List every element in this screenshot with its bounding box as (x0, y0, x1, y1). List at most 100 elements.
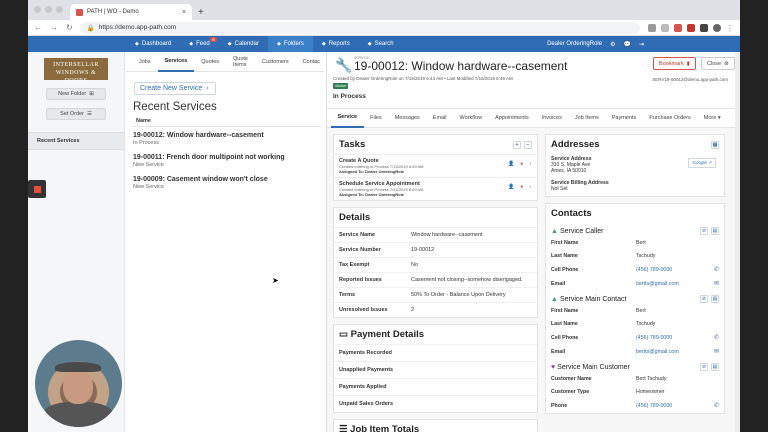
logout-icon[interactable]: ⇥ (639, 41, 644, 48)
set-order-button[interactable]: Set Order ☰ (46, 108, 106, 120)
nav-search[interactable]: ◆ Search (359, 36, 403, 52)
unlink-icon[interactable]: ⊘ (700, 227, 708, 235)
window-controls[interactable] (34, 6, 63, 13)
tab-service[interactable]: Service (331, 109, 364, 128)
presenter-hat (55, 362, 101, 372)
edit-icon[interactable]: ▤ (711, 227, 719, 235)
task-item[interactable]: Create A Quote Created entering In Proces… (334, 154, 537, 177)
nav-reports[interactable]: ◆ Reports (313, 36, 359, 52)
job-item-totals-panel: ☰ Job Item Totals (333, 419, 538, 432)
service-item-title[interactable]: 19-00012: Window hardware--casement (133, 132, 321, 139)
address-bar-row: ← → ↻ 🔒 https://demo.app-path.com ⋮ (28, 20, 740, 36)
bookmark-button[interactable]: Bookmark ▮ (653, 57, 696, 70)
address-line-2: Ames, IA 50010 (551, 168, 587, 174)
minus-icon[interactable]: − (524, 140, 532, 149)
tab-services[interactable]: Services (157, 52, 195, 72)
tab-files[interactable]: Files (364, 109, 389, 128)
extension-icon[interactable] (700, 23, 708, 32)
service-item-title[interactable]: 19-00011: French door multipoint not wor… (133, 154, 321, 161)
recent-services-section[interactable]: Recent Services (28, 132, 124, 150)
mail-icon[interactable]: ✉ (714, 280, 719, 287)
service-email-id[interactable]: SERV19-00012@demo.app-path.com (652, 77, 728, 82)
task-item[interactable]: Schedule Service Appointment Created ente… (334, 177, 537, 200)
edit-icon[interactable]: ▤ (711, 363, 719, 371)
chevron-right-icon[interactable]: › (529, 161, 531, 167)
detail-value: No (411, 262, 419, 268)
tab-email[interactable]: Email (426, 109, 453, 128)
phone-icon[interactable]: ✆ (714, 266, 719, 273)
nav-feed[interactable]: ◆ Feed 6 (180, 36, 219, 52)
assign-icon[interactable]: 👤 (508, 161, 514, 167)
profile-avatar[interactable] (713, 23, 721, 32)
reload-icon[interactable]: ↻ (66, 23, 73, 32)
phone-icon[interactable]: ✆ (714, 402, 719, 409)
tasks-heading: Tasks (339, 139, 366, 150)
menu-icon[interactable]: ⋮ (726, 24, 734, 33)
contact-row: Last Name Tschudy (546, 250, 724, 263)
nav-calendar[interactable]: ◆ Calendar (219, 36, 268, 52)
service-title: 19-00012: Window hardware--casement (354, 59, 568, 73)
tab-workflow[interactable]: Workflow (453, 109, 489, 128)
create-service-button[interactable]: Create New Service › (134, 82, 216, 95)
browser-tab[interactable]: PATH | WO - Demo × (70, 4, 192, 20)
tab-invoices[interactable]: Invoices (535, 109, 568, 128)
service-list-item[interactable]: 19-00009: Casement window won't close New… (133, 173, 321, 193)
tab-payments[interactable]: Payments (605, 109, 642, 128)
add-icon[interactable]: + (513, 140, 521, 149)
unlink-icon[interactable]: ⊘ (700, 295, 708, 303)
record-button[interactable] (28, 180, 46, 198)
nav-folders[interactable]: ◆ Folders (267, 36, 313, 52)
extension-icon[interactable] (674, 23, 682, 32)
company-logo: INTERSELLAR WINDOWS & DOORS (44, 58, 108, 84)
back-icon[interactable]: ← (34, 23, 42, 32)
tab-appointments[interactable]: Appointments (489, 109, 536, 128)
unlink-icon[interactable]: ⊘ (700, 363, 708, 371)
nav-dashboard[interactable]: ◆ Dashboard (126, 36, 180, 52)
extension-icon[interactable] (687, 23, 695, 32)
chat-icon[interactable]: 💬 (623, 41, 630, 48)
user-name[interactable]: Dealer OrderingRole (547, 41, 602, 47)
detail-value: 19-00012 (411, 247, 435, 253)
close-tab-icon[interactable]: × (182, 9, 186, 16)
new-folder-button[interactable]: New Folder ⊞ (46, 88, 106, 100)
tab-messages[interactable]: Messages (388, 109, 426, 128)
new-tab-button[interactable]: + (198, 7, 204, 18)
forward-icon[interactable]: → (50, 23, 58, 32)
tab-purchase-orders[interactable]: Purchase Orders (643, 109, 698, 128)
tasks-panel: Tasks + − Create A Quote Created entering … (333, 134, 538, 201)
tab-customers[interactable]: Customers (255, 52, 296, 72)
star-icon[interactable] (661, 23, 669, 32)
google-map-button[interactable]: Google ↗ (688, 158, 716, 168)
tab-contac[interactable]: Contac (296, 52, 327, 72)
url-field[interactable]: 🔒 https://demo.app-path.com (80, 21, 640, 34)
key-icon[interactable] (648, 23, 656, 32)
contact-value[interactable]: (456) 789-0000 (636, 267, 714, 273)
cancel-icon[interactable]: ● (520, 161, 523, 167)
tab-quotes[interactable]: Quotes (194, 52, 226, 72)
mail-icon[interactable]: ✉ (714, 348, 719, 355)
contact-value[interactable]: (456) 789-0000 (636, 403, 714, 409)
gear-icon[interactable]: ⚙ (610, 41, 615, 48)
cancel-icon[interactable]: ● (520, 184, 523, 190)
edit-icon[interactable]: ▤ (711, 140, 719, 149)
name-column-header[interactable]: Name (133, 116, 321, 127)
active-tag[interactable]: #Active (333, 83, 349, 89)
chevron-right-icon[interactable]: › (529, 184, 531, 190)
service-list-item[interactable]: 19-00012: Window hardware--casement In Pr… (133, 129, 321, 149)
scrollbar[interactable] (735, 52, 740, 432)
service-item-title[interactable]: 19-00009: Casement window won't close (133, 176, 321, 183)
contact-value[interactable]: bertts@gmail.com (636, 281, 714, 287)
edit-icon[interactable]: ▤ (711, 295, 719, 303)
assign-icon[interactable]: 👤 (508, 184, 514, 190)
contact-value: Homeowner (636, 389, 665, 395)
contact-key: First Name (551, 308, 579, 314)
service-header: 🔧 SERVICE 19-00012: Window hardware--cas… (327, 52, 740, 109)
tab-job-items[interactable]: Job Items (568, 109, 605, 128)
contact-value[interactable]: (456) 789-0000 (636, 335, 714, 341)
tab-quote-items[interactable]: Quote Items (226, 52, 255, 72)
tab-jobs[interactable]: Jobs (132, 52, 158, 72)
contact-value[interactable]: bertts@gmail.com (636, 349, 714, 355)
phone-icon[interactable]: ✆ (714, 334, 719, 341)
close-button[interactable]: Close ⊗ (701, 57, 735, 70)
service-list-item[interactable]: 19-00011: French door multipoint not wor… (133, 151, 321, 171)
